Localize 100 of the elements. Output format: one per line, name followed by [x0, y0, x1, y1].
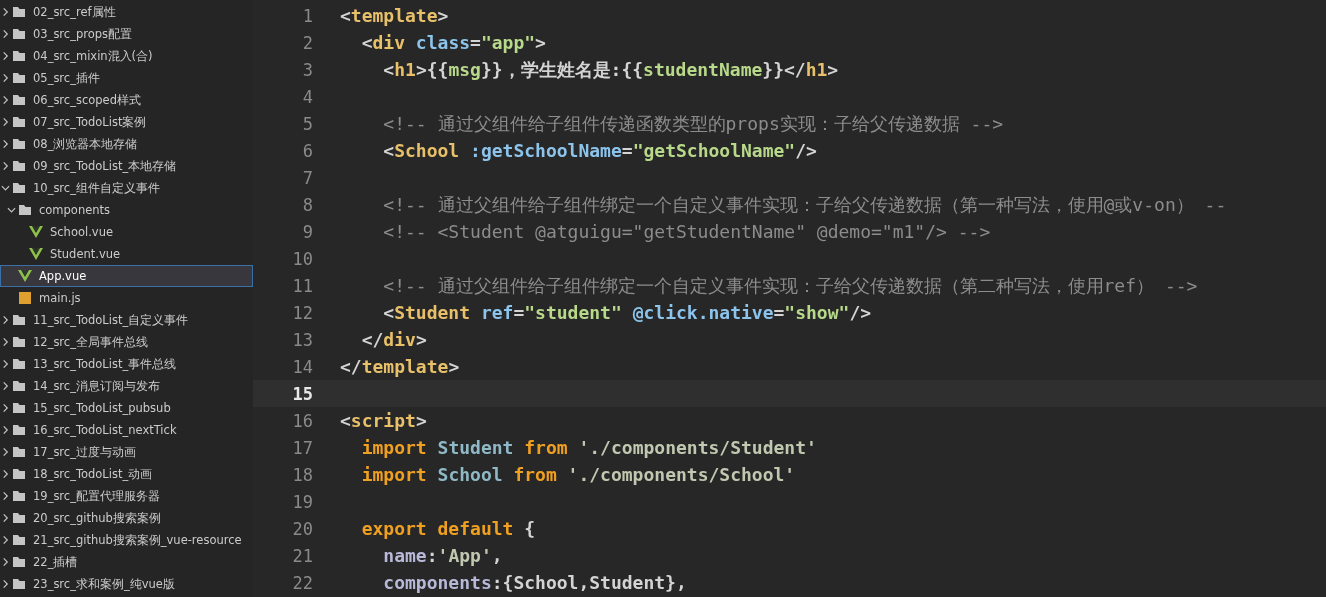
line-number: 10 [291, 248, 313, 269]
chevron-icon[interactable] [1, 469, 10, 479]
chevron-icon[interactable] [1, 139, 10, 149]
tree-item-label: 12_src_全局事件总线 [33, 334, 148, 350]
tree-item[interactable]: 20_src_github搜索案例 [0, 507, 253, 529]
folder-icon [12, 555, 26, 569]
tree-item-label: 03_src_props配置 [33, 26, 133, 42]
code-line: <!-- 通过父组件给子组件传递函数类型的props实现：子给父传递数据 --> [382, 111, 1004, 136]
line-number: 20 [291, 518, 313, 539]
line-number: 21 [291, 545, 313, 566]
folder-icon [18, 203, 32, 217]
tree-item[interactable]: 12_src_全局事件总线 [0, 331, 253, 353]
chevron-icon[interactable] [1, 513, 10, 523]
tree-item-label: 14_src_消息订阅与发布 [33, 378, 160, 394]
tree-item[interactable]: 04_src_mixin混入(合) [0, 45, 253, 67]
folder-icon [12, 137, 26, 151]
tree-item[interactable]: 08_浏览器本地存储 [0, 133, 253, 155]
code-line: <!-- 通过父组件给子组件绑定一个自定义事件实现：子给父传递数据（第二种写法，使用ref） --> [382, 273, 1198, 298]
tree-item-label: 22_插槽 [33, 554, 78, 570]
tree-item[interactable]: 22_插槽 [0, 551, 253, 573]
chevron-icon[interactable] [1, 29, 10, 39]
code-line: <Student ref="student" @click.native="show"/> [382, 302, 872, 323]
tree-item[interactable]: 18_src_TodoList_动画 [0, 463, 253, 485]
line-number: 6 [301, 140, 313, 161]
tree-item[interactable]: 13_src_TodoList_事件总线 [0, 353, 253, 375]
tree-item[interactable]: components [0, 199, 253, 221]
tree-item[interactable]: App.vue [0, 265, 253, 287]
tree-item-label: 02_src_ref属性 [33, 4, 116, 20]
line-number: 13 [291, 329, 313, 350]
folder-icon [12, 533, 26, 547]
tree-item[interactable]: 05_src_插件 [0, 67, 253, 89]
tree-item[interactable]: 07_src_TodoList案例 [0, 111, 253, 133]
tree-item[interactable]: 10_src_组件自定义事件 [0, 177, 253, 199]
line-number: 9 [301, 221, 313, 242]
folder-icon [12, 379, 26, 393]
line-number: 17 [291, 437, 313, 458]
chevron-icon[interactable] [1, 491, 10, 501]
chevron-icon[interactable] [1, 425, 10, 435]
chevron-icon[interactable] [1, 579, 10, 589]
chevron-icon[interactable] [1, 161, 10, 171]
chevron-icon[interactable] [1, 315, 10, 325]
tree-item[interactable]: Student.vue [0, 243, 253, 265]
code-line: <!-- <Student @atguigu="getStudentName" @demo="m1"/> --> [382, 221, 991, 242]
tree-item[interactable]: main.js [0, 287, 253, 309]
tree-item[interactable]: 19_src_配置代理服务器 [0, 485, 253, 507]
tree-item-label: 11_src_TodoList_自定义事件 [33, 312, 189, 328]
vue-file-icon [29, 247, 43, 261]
tree-item-label: School.vue [50, 225, 113, 239]
chevron-icon[interactable] [1, 535, 10, 545]
code-line: name:'App', [382, 545, 503, 566]
folder-icon [12, 49, 26, 63]
tree-item-label: Student.vue [50, 247, 121, 261]
folder-icon [12, 489, 26, 503]
tree-item[interactable]: 23_src_求和案例_纯vue版 [0, 573, 253, 595]
tree-item[interactable]: 03_src_props配置 [0, 23, 253, 45]
chevron-icon[interactable] [0, 183, 11, 193]
tree-item[interactable]: 21_src_github搜索案例_vue-resource [0, 529, 253, 551]
chevron-icon[interactable] [1, 95, 10, 105]
js-file-icon [18, 291, 32, 305]
chevron-icon[interactable] [1, 117, 10, 127]
chevron-icon[interactable] [6, 205, 17, 215]
folder-icon [12, 423, 26, 437]
line-number: 1 [301, 5, 313, 26]
chevron-icon[interactable] [1, 557, 10, 567]
tree-item-label: 09_src_TodoList_本地存储 [33, 158, 177, 174]
line-number: 7 [301, 167, 313, 188]
code-line: <template> [340, 5, 449, 26]
tree-item[interactable]: 16_src_TodoList_nextTick [0, 419, 253, 441]
tree-item[interactable]: 09_src_TodoList_本地存储 [0, 155, 253, 177]
chevron-icon[interactable] [1, 73, 10, 83]
code-line: import School from './components/School' [360, 464, 796, 485]
line-number: 8 [301, 194, 313, 215]
tree-item-label: 05_src_插件 [33, 70, 100, 86]
chevron-icon[interactable] [1, 7, 10, 17]
folder-icon [12, 71, 26, 85]
tree-item[interactable]: 15_src_TodoList_pubsub [0, 397, 253, 419]
chevron-icon[interactable] [1, 359, 10, 369]
folder-icon [12, 5, 26, 19]
tree-item-label: 13_src_TodoList_事件总线 [33, 356, 177, 372]
code-line: </div> [360, 329, 427, 350]
chevron-icon[interactable] [1, 381, 10, 391]
tree-item[interactable]: 14_src_消息订阅与发布 [0, 375, 253, 397]
chevron-icon[interactable] [1, 51, 10, 61]
tree-item[interactable]: 11_src_TodoList_自定义事件 [0, 309, 253, 331]
tree-item-label: 19_src_配置代理服务器 [33, 488, 160, 504]
tree-item[interactable]: 06_src_scoped样式 [0, 89, 253, 111]
chevron-icon[interactable] [1, 403, 10, 413]
tree-item-label: 17_src_过度与动画 [33, 444, 136, 460]
line-number: 4 [301, 86, 313, 107]
line-number: 16 [291, 410, 313, 431]
folder-icon [12, 27, 26, 41]
folder-icon [12, 181, 26, 195]
folder-icon [12, 401, 26, 415]
line-number: 18 [291, 464, 313, 485]
tree-item[interactable]: 02_src_ref属性 [0, 1, 253, 23]
tree-item-label: 16_src_TodoList_nextTick [33, 423, 177, 437]
chevron-icon[interactable] [1, 337, 10, 347]
tree-item[interactable]: School.vue [0, 221, 253, 243]
tree-item[interactable]: 17_src_过度与动画 [0, 441, 253, 463]
chevron-icon[interactable] [1, 447, 10, 457]
